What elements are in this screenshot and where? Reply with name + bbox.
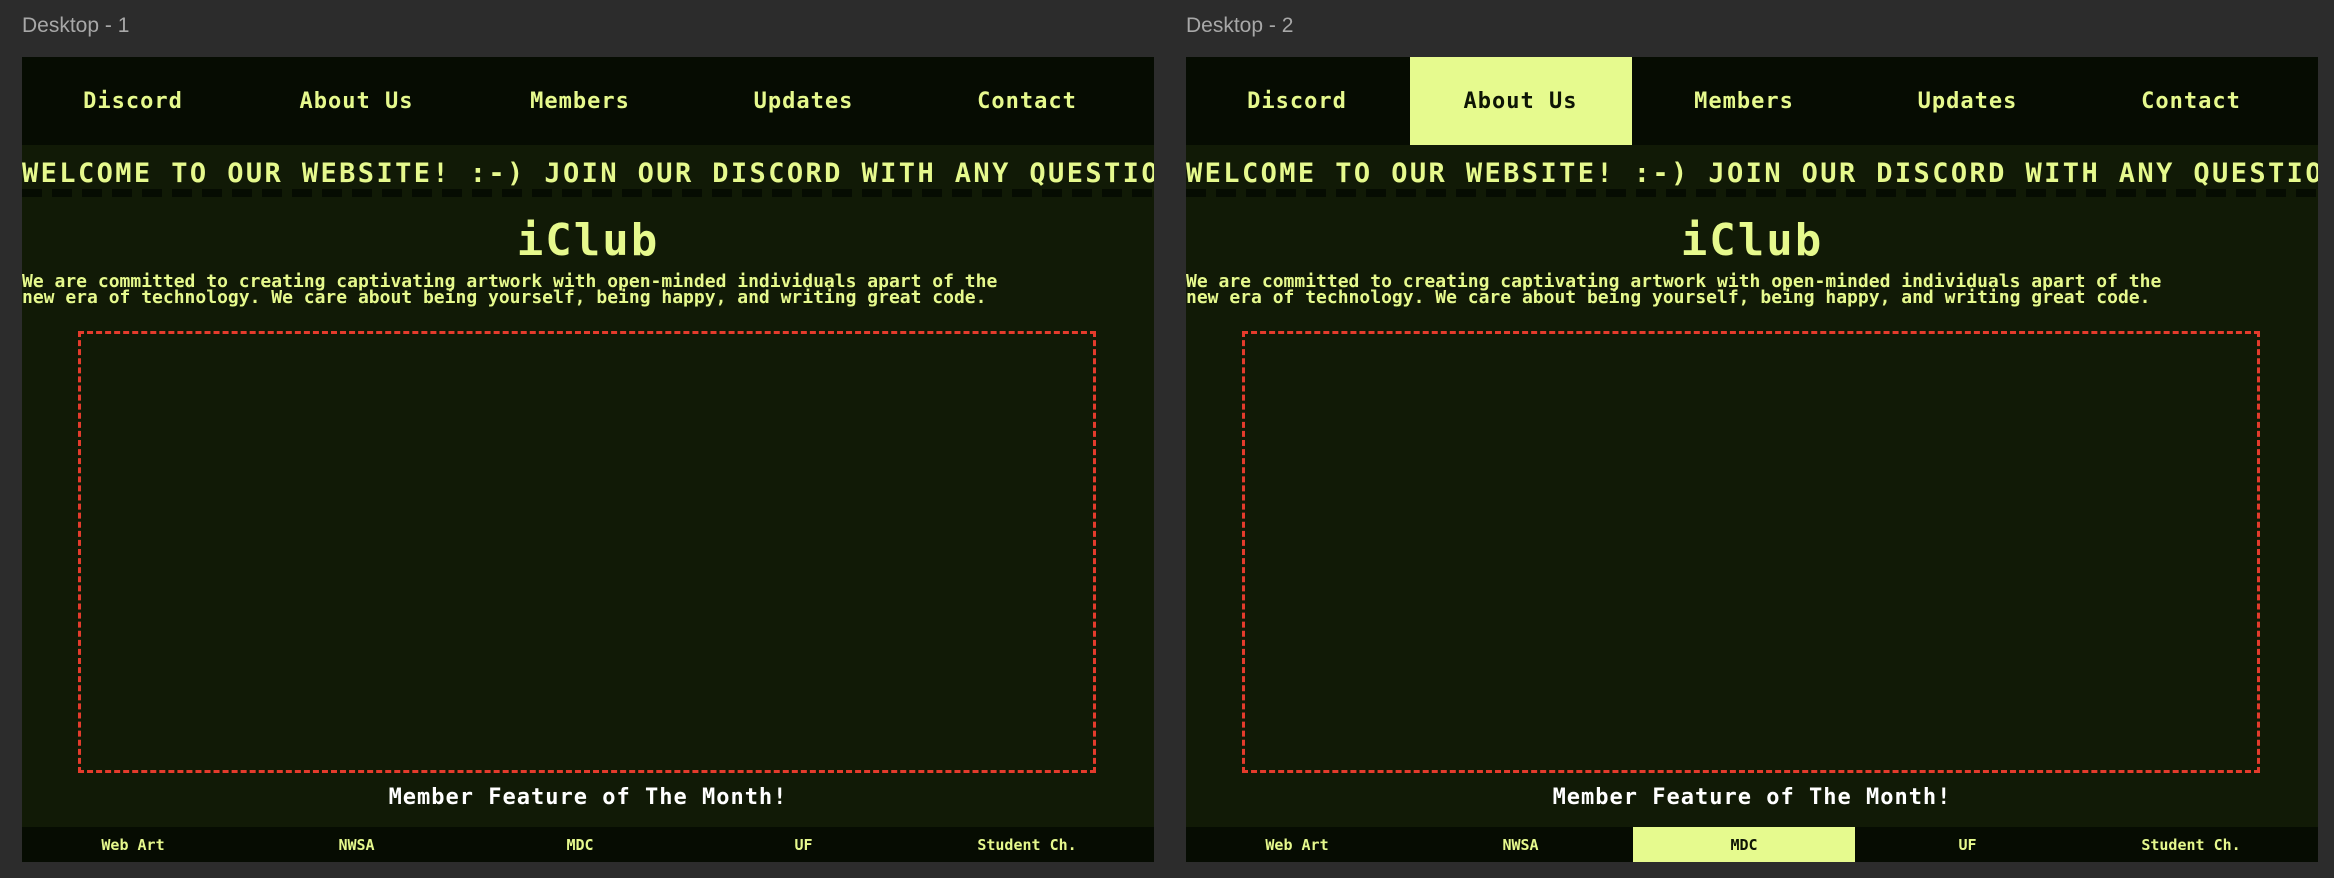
footer-nav: Web Art NWSA MDC UF Student Ch. xyxy=(1186,827,2318,862)
footer-web-art[interactable]: Web Art xyxy=(22,827,244,862)
footer-web-art[interactable]: Web Art xyxy=(1186,827,1408,862)
footer-mdc[interactable]: MDC xyxy=(469,827,691,862)
member-feature-caption: Member Feature of The Month! xyxy=(1552,785,1952,810)
nav-discord[interactable]: Discord xyxy=(22,57,244,145)
footer-student-ch[interactable]: Student Ch. xyxy=(2080,827,2302,862)
footer-mdc[interactable]: MDC xyxy=(1633,827,1855,862)
nav-members[interactable]: Members xyxy=(1633,57,1855,145)
site-description: We are committed to creating captivating… xyxy=(1186,273,2318,308)
member-feature-caption: Member Feature of The Month! xyxy=(388,785,788,810)
nav-updates[interactable]: Updates xyxy=(693,57,915,145)
nav-about-us[interactable]: About Us xyxy=(1409,57,1632,145)
footer-nwsa[interactable]: NWSA xyxy=(246,827,468,862)
nav-contact[interactable]: Contact xyxy=(916,57,1138,145)
footer-uf[interactable]: UF xyxy=(693,827,915,862)
nav-updates[interactable]: Updates xyxy=(1857,57,2079,145)
marquee-divider xyxy=(1186,189,2318,197)
footer-nwsa[interactable]: NWSA xyxy=(1410,827,1632,862)
marquee-divider xyxy=(22,189,1154,197)
marquee-text: WELCOME TO OUR WEBSITE! :-) JOIN OUR DIS… xyxy=(1186,158,2318,189)
description-line-2: new era of technology. We care about bei… xyxy=(1186,287,2151,308)
site-title: iClub xyxy=(1680,215,1824,266)
member-feature-box xyxy=(78,331,1096,773)
member-feature-box xyxy=(1242,331,2260,773)
frame-label-desktop-1: Desktop - 1 xyxy=(22,14,130,37)
footer-student-ch[interactable]: Student Ch. xyxy=(916,827,1138,862)
nav-discord[interactable]: Discord xyxy=(1186,57,1408,145)
nav-about-us[interactable]: About Us xyxy=(246,57,468,145)
frame-label-desktop-2: Desktop - 2 xyxy=(1186,14,1294,37)
desktop-1-frame: Discord About Us Members Updates Contact… xyxy=(22,57,1154,862)
top-nav: Discord About Us Members Updates Contact xyxy=(1186,57,2318,145)
description-line-2: new era of technology. We care about bei… xyxy=(22,287,987,308)
top-nav: Discord About Us Members Updates Contact xyxy=(22,57,1154,145)
marquee-text: WELCOME TO OUR WEBSITE! :-) JOIN OUR DIS… xyxy=(22,158,1154,189)
desktop-2-frame: Discord About Us Members Updates Contact… xyxy=(1186,57,2318,862)
nav-members[interactable]: Members xyxy=(469,57,691,145)
footer-uf[interactable]: UF xyxy=(1857,827,2079,862)
site-title: iClub xyxy=(516,215,660,266)
footer-nav: Web Art NWSA MDC UF Student Ch. xyxy=(22,827,1154,862)
nav-contact[interactable]: Contact xyxy=(2080,57,2302,145)
site-description: We are committed to creating captivating… xyxy=(22,273,1154,308)
